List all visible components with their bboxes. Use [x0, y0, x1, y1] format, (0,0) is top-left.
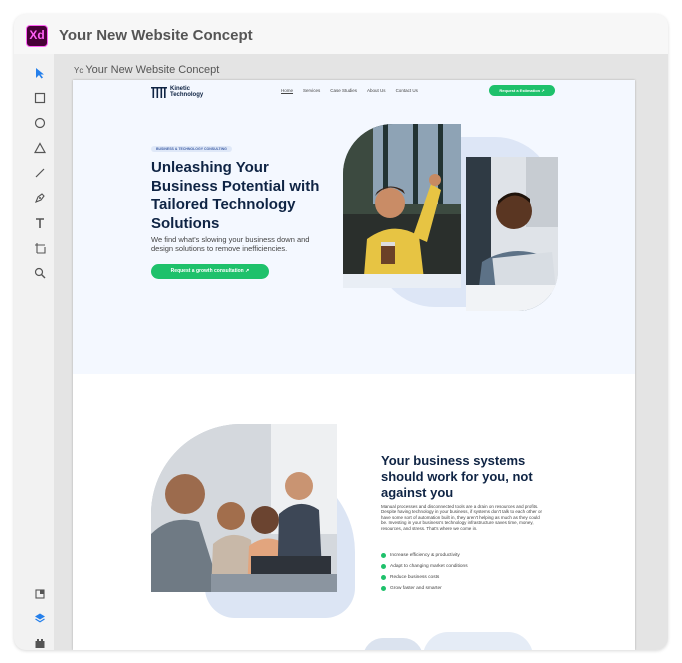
- hero-photo-man-celebrating: [343, 124, 461, 288]
- tools-toolbar: [26, 54, 54, 650]
- nav-link-services[interactable]: Services: [303, 88, 320, 93]
- ellipse-tool-icon[interactable]: [31, 114, 49, 132]
- benefits-list: Increase efficiency & productivity Adapt…: [381, 550, 468, 594]
- brand-logo-icon: [151, 86, 167, 98]
- hero-headline: Unleashing Your Business Potential with …: [151, 159, 320, 232]
- section2-body: Manual processes and disconnected tools …: [381, 504, 542, 531]
- nav-link-about-us[interactable]: About Us: [367, 88, 386, 93]
- document-title: Your New Website Concept: [59, 27, 253, 44]
- check-icon: [381, 575, 386, 580]
- growth-consultation-button[interactable]: Request a growth consultation ↗: [151, 264, 269, 279]
- artboard-label[interactable]: Yc Your New Website Concept: [74, 64, 219, 76]
- benefit-item: Adapt to changing market conditions: [381, 561, 468, 572]
- benefit-text: Adapt to changing market conditions: [390, 564, 468, 569]
- nav-link-contact-us[interactable]: Contact Us: [396, 88, 418, 93]
- assets-panel-icon[interactable]: [31, 585, 49, 603]
- title-bar: Xd Your New Website Concept: [14, 14, 668, 54]
- benefit-text: Grow faster and smarter: [390, 586, 442, 591]
- text-tool-icon[interactable]: [31, 214, 49, 232]
- hero-photo-man-laptop: [466, 157, 558, 311]
- select-tool-icon[interactable]: [31, 64, 49, 82]
- benefit-text: Increase efficiency & productivity: [390, 553, 460, 558]
- check-icon: [381, 586, 386, 591]
- adobe-xd-logo: Xd: [26, 25, 48, 47]
- artboard-tool-icon[interactable]: [31, 239, 49, 257]
- app-window: Xd Your New Website Concept Yc Your New …: [14, 14, 668, 650]
- polygon-tool-icon[interactable]: [31, 139, 49, 157]
- benefit-item: Grow faster and smarter: [381, 583, 468, 594]
- brand-logo[interactable]: Kinetic Technology: [151, 86, 212, 98]
- line-tool-icon[interactable]: [31, 164, 49, 182]
- main-nav: Home Services Case Studies About Us Cont…: [281, 88, 418, 93]
- team-meeting-photo: [151, 424, 337, 592]
- next-section-shape: [363, 638, 423, 650]
- zoom-tool-icon[interactable]: [31, 264, 49, 282]
- benefit-item: Increase efficiency & productivity: [381, 550, 468, 561]
- brand-name: Kinetic Technology: [170, 86, 204, 98]
- check-icon: [381, 553, 386, 558]
- nav-link-home[interactable]: Home: [281, 88, 293, 93]
- hero-tag: BUSINESS & TECHNOLOGY CONSULTING: [151, 146, 232, 152]
- design-canvas[interactable]: Yc Your New Website Concept Kinetic Techn…: [54, 54, 668, 650]
- benefit-text: Reduce business costs: [390, 575, 440, 580]
- artboard[interactable]: Kinetic Technology Home Services Case St…: [73, 80, 635, 650]
- next-section-shape: [423, 632, 533, 650]
- section2-title: Your business systems should work for yo…: [381, 453, 533, 500]
- request-estimation-button[interactable]: Request a Estimation ↗: [489, 85, 555, 96]
- plugins-panel-icon[interactable]: [31, 634, 49, 650]
- artboard-label-text: Your New Website Concept: [85, 64, 220, 76]
- pen-tool-icon[interactable]: [31, 189, 49, 207]
- nav-link-case-studies[interactable]: Case Studies: [330, 88, 357, 93]
- benefit-item: Reduce business costs: [381, 572, 468, 583]
- artboard-label-prefix: Yc: [74, 66, 84, 75]
- layers-panel-icon[interactable]: [31, 609, 49, 627]
- hero-section: Kinetic Technology Home Services Case St…: [73, 80, 635, 374]
- check-icon: [381, 564, 386, 569]
- hero-subtext: We find what's slowing your business dow…: [151, 235, 310, 253]
- rectangle-tool-icon[interactable]: [31, 89, 49, 107]
